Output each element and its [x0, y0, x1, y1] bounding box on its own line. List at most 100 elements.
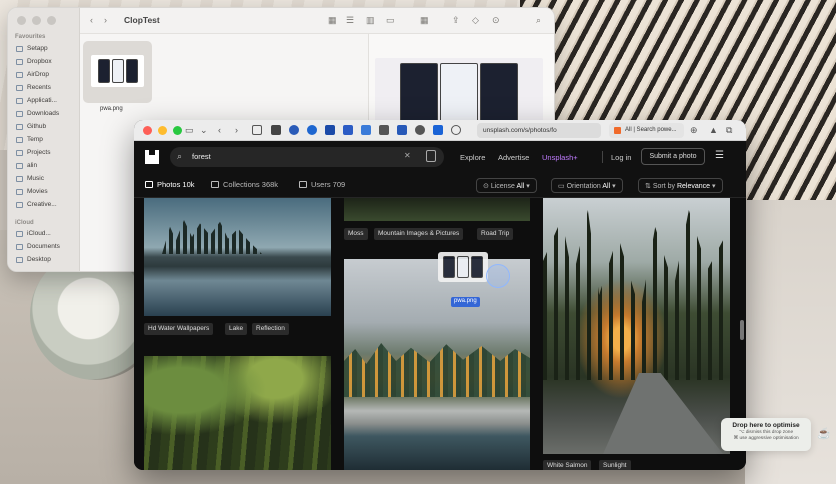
- tab-photos[interactable]: Photos 10k: [145, 180, 195, 189]
- tab-users[interactable]: Users 709: [299, 180, 345, 189]
- sort-dropdown[interactable]: ⇅ Sort by Relevance ▾: [638, 178, 723, 193]
- tag-reflection[interactable]: Reflection: [252, 323, 289, 335]
- search-icon[interactable]: ⌕: [536, 15, 541, 26]
- home-icon: [16, 162, 23, 169]
- sidebar-item-airdrop[interactable]: AirDrop: [16, 71, 49, 78]
- browser-window[interactable]: ▭ ⌄ ‹ › unsplash.com/s/photos/fo All | S…: [134, 120, 746, 470]
- search-value: forest: [192, 152, 211, 161]
- sidebar-item-icloud-drive[interactable]: iCloud...: [16, 230, 51, 237]
- tab-collections[interactable]: Collections 368k: [211, 180, 278, 189]
- download-icon: [16, 110, 23, 117]
- asterisk-extension-icon[interactable]: [379, 125, 389, 135]
- search-extension-icon[interactable]: [289, 125, 299, 135]
- back-icon[interactable]: ‹: [90, 15, 93, 25]
- search-input[interactable]: ⌕ forest ✕: [170, 147, 444, 167]
- minimize-button[interactable]: [32, 16, 41, 25]
- chevron-down-icon[interactable]: ⌄: [200, 124, 208, 136]
- sidebar-item-dropbox[interactable]: Dropbox: [16, 58, 52, 65]
- sidebar-item-downloads[interactable]: Downloads: [16, 110, 59, 117]
- photo-partial-top[interactable]: [344, 198, 530, 221]
- tag-road-trip[interactable]: Road Trip: [477, 228, 514, 240]
- address-bar[interactable]: unsplash.com/s/photos/fo: [477, 123, 601, 138]
- close-button[interactable]: [143, 126, 152, 135]
- close-button[interactable]: [17, 16, 26, 25]
- film-icon: [16, 188, 23, 195]
- hamburger-menu-icon[interactable]: ☰: [715, 150, 724, 161]
- tag-mountain-images[interactable]: Mountain Images & Pictures: [374, 228, 464, 240]
- zoom-button[interactable]: [47, 16, 56, 25]
- mail-extension-icon[interactable]: [343, 125, 353, 135]
- tabs-overview-icon[interactable]: ⧉: [726, 124, 732, 136]
- tag-lake[interactable]: Lake: [225, 323, 248, 335]
- sidebar-item-alin[interactable]: alin: [16, 162, 37, 169]
- music-icon: [16, 175, 23, 182]
- collection-icon: [211, 181, 219, 188]
- send-extension-icon[interactable]: [433, 125, 443, 135]
- extension-icon[interactable]: [271, 125, 281, 135]
- sidebar-item-documents[interactable]: Documents: [16, 243, 60, 250]
- column-view-icon[interactable]: ▥: [366, 15, 375, 26]
- sidebar-item-setapp[interactable]: Setapp: [16, 45, 48, 52]
- photo-icon: [145, 181, 153, 188]
- sidebar-item-applications[interactable]: Applicati...: [16, 97, 57, 104]
- download-icon[interactable]: ⊕: [690, 124, 698, 136]
- forward-icon[interactable]: ›: [104, 15, 107, 25]
- sidebar-item-recents[interactable]: Recents: [16, 84, 51, 91]
- photo-autumn-lake[interactable]: [344, 259, 530, 470]
- sidebar-item-github[interactable]: Github: [16, 123, 46, 130]
- tag-moss[interactable]: Moss: [344, 228, 368, 240]
- minimize-button[interactable]: [158, 126, 167, 135]
- share-icon[interactable]: ⇪: [452, 15, 460, 26]
- sidebar-item-desktop[interactable]: Desktop: [16, 256, 51, 263]
- translate-extension-icon[interactable]: [397, 125, 407, 135]
- tag-hd-water-wallpapers[interactable]: Hd Water Wallpapers: [144, 323, 214, 335]
- scrollbar[interactable]: [740, 320, 744, 340]
- block-icon[interactable]: [451, 125, 461, 135]
- v-extension-icon[interactable]: [325, 125, 335, 135]
- tag-icon[interactable]: ◇: [472, 15, 479, 26]
- tab-search[interactable]: All | Search powe...: [609, 123, 684, 138]
- drop-zone-hint-dismiss: ⌥ dismiss this drop zone: [738, 430, 794, 435]
- browser-window-controls[interactable]: [143, 126, 182, 135]
- file-item[interactable]: [83, 41, 152, 103]
- sidebar-toggle-icon[interactable]: ▭: [185, 124, 194, 136]
- back-icon[interactable]: ‹: [218, 124, 221, 136]
- password-manager-icon[interactable]: [307, 125, 317, 135]
- photo-lake-forest[interactable]: [144, 198, 331, 316]
- drop-zone[interactable]: Drop here to optimise ⌥ dismiss this dro…: [721, 418, 811, 451]
- group-icon[interactable]: ▦: [420, 15, 429, 26]
- license-dropdown[interactable]: ⊙ License All ▾: [476, 178, 537, 193]
- photo-forest-road[interactable]: [543, 198, 730, 454]
- alert-icon[interactable]: ▲: [709, 124, 718, 136]
- sidebar-item-creative[interactable]: Creative...: [16, 201, 57, 208]
- nav-advertise[interactable]: Advertise: [498, 153, 529, 162]
- shield-extension-icon[interactable]: [415, 125, 425, 135]
- sidebar-item-projects[interactable]: Projects: [16, 149, 50, 156]
- search-filter-bar: Photos 10k Collections 368k Users 709 ⊙ …: [134, 173, 746, 198]
- store-extension-icon[interactable]: [361, 125, 371, 135]
- tag-white-salmon[interactable]: White Salmon: [543, 460, 592, 470]
- nav-unsplash-plus[interactable]: Unsplash+: [542, 153, 578, 162]
- orientation-dropdown[interactable]: ▭ Orientation All ▾: [551, 178, 623, 193]
- submit-photo-button[interactable]: Submit a photo: [641, 148, 705, 165]
- sidebar-item-temp[interactable]: Temp: [16, 136, 43, 143]
- clop-icon[interactable]: ☕: [817, 427, 831, 441]
- tag-sunlight[interactable]: Sunlight: [599, 460, 631, 470]
- clear-search-icon[interactable]: ✕: [404, 151, 411, 160]
- photo-mossy-forest[interactable]: [144, 356, 331, 470]
- login-link[interactable]: Log in: [611, 153, 631, 162]
- zoom-button[interactable]: [173, 126, 182, 135]
- more-icon[interactable]: ⊙: [492, 15, 500, 26]
- sidebar-item-music[interactable]: Music: [16, 175, 44, 182]
- nav-explore[interactable]: Explore: [460, 153, 485, 162]
- finder-window-controls[interactable]: [17, 16, 56, 25]
- shield-icon[interactable]: [252, 125, 262, 135]
- gallery-view-icon[interactable]: ▭: [386, 15, 395, 26]
- list-view-icon[interactable]: ☰: [346, 15, 354, 26]
- icon-view-icon[interactable]: ▦: [328, 15, 337, 26]
- visual-search-icon[interactable]: [426, 150, 436, 162]
- document-icon: [16, 243, 23, 250]
- unsplash-logo[interactable]: [145, 150, 159, 164]
- sidebar-item-movies[interactable]: Movies: [16, 188, 48, 195]
- forward-icon[interactable]: ›: [235, 124, 238, 136]
